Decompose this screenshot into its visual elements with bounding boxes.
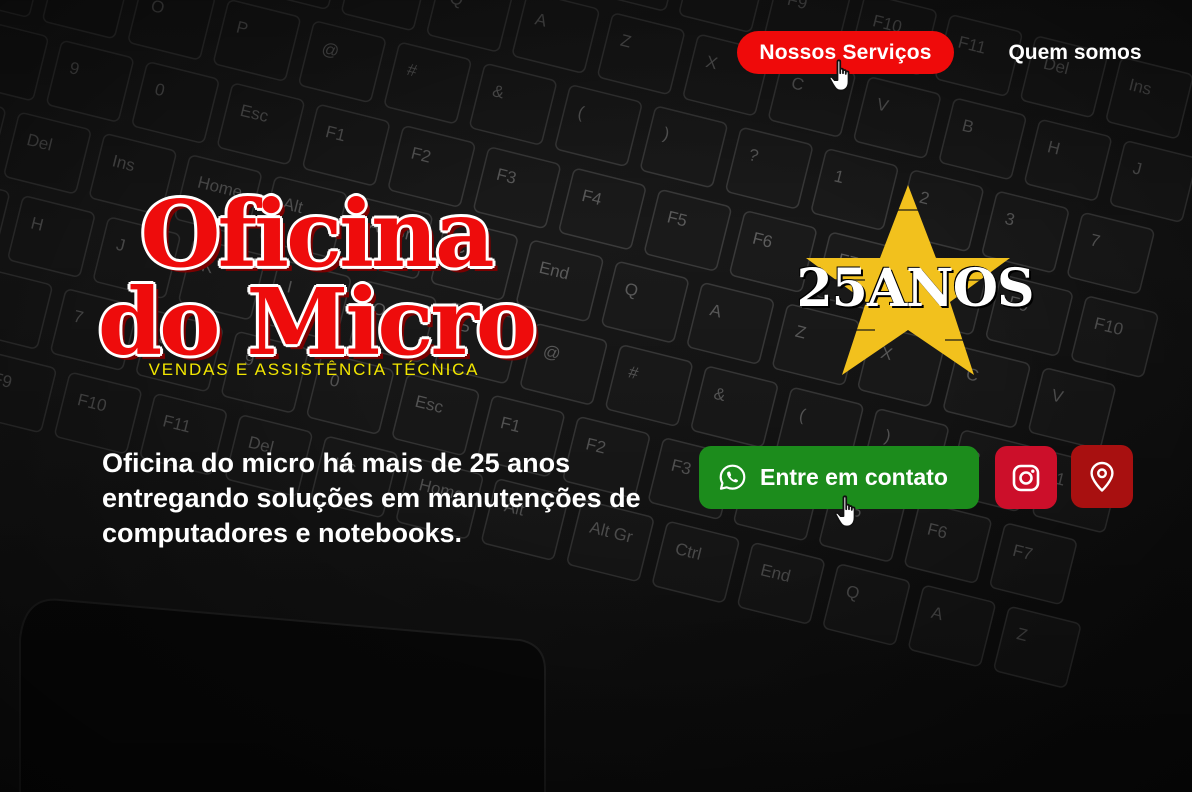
hero-description: Oficina do micro há mais de 25 anos entr… (102, 448, 641, 548)
anniversary-badge: 25ANOS (770, 180, 1060, 380)
contact-label: Entre em contato (760, 464, 948, 490)
nav-about-button[interactable]: Quem somos (998, 36, 1152, 70)
instagram-button[interactable] (995, 446, 1057, 509)
nav-about-label: Quem somos (1008, 41, 1142, 64)
map-pin-icon (1090, 461, 1114, 492)
pointer-hand-icon (834, 495, 856, 528)
brand-logo: Oficina do Micro VENDAS E ASSISTÊNCIA TÉ… (96, 180, 537, 380)
logo-line-1: Oficina (140, 180, 494, 288)
logo-tagline: VENDAS E ASSISTÊNCIA TÉCNICA (148, 360, 480, 379)
keyboard-background: EscF1F2F3F4F5F6F7F8F9F10F11DelInsHomeAlt… (0, 0, 1192, 792)
anniversary-text: 25ANOS (796, 258, 1034, 319)
logo-line-2: do Micro (97, 268, 537, 376)
instagram-icon (1012, 464, 1040, 491)
whatsapp-icon (719, 464, 746, 490)
location-button[interactable] (1071, 445, 1133, 508)
pointer-hand-icon (828, 59, 850, 92)
